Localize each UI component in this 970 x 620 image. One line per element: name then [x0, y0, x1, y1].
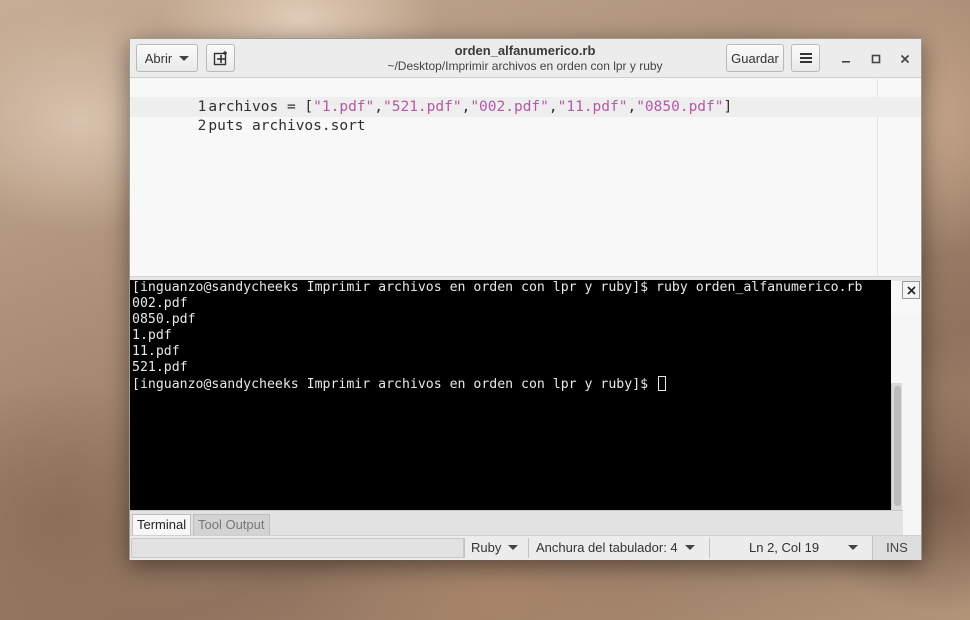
bottom-panel-tabs: Terminal Tool Output: [130, 510, 903, 535]
code-punct: ,: [461, 99, 471, 115]
cursor-position-selector[interactable]: Ln 2, Col 19: [749, 536, 819, 560]
terminal-line: 521.pdf: [132, 360, 188, 375]
insert-mode-indicator[interactable]: INS: [872, 536, 921, 560]
terminal-prompt: [inguanzo@sandycheeks Imprimir archivos …: [132, 377, 657, 392]
tab-width-selector[interactable]: Anchura del tabulador: 4: [536, 536, 695, 560]
string-literal: "002.pdf": [470, 99, 549, 115]
menu-button[interactable]: [791, 44, 820, 72]
window-title: orden_alfanumerico.rb ~/Desktop/Imprimir…: [330, 43, 720, 74]
tab-terminal[interactable]: Terminal: [132, 514, 192, 535]
terminal-line: 11.pdf: [132, 344, 180, 359]
cursor-position-dropdown[interactable]: [846, 536, 858, 560]
maximize-icon: [871, 54, 881, 64]
maximize-button[interactable]: [865, 48, 887, 70]
code-punct: ]: [723, 99, 733, 115]
string-literal: "521.pdf": [383, 99, 462, 115]
save-button-label: Guardar: [731, 50, 779, 66]
close-icon: [906, 285, 916, 295]
code-line-2[interactable]: 2 puts archivos.sort: [130, 98, 366, 134]
new-tab-button[interactable]: [206, 44, 235, 72]
language-label: Ruby: [471, 540, 502, 555]
header-bar: Abrir orden_alfanumerico.rb ~/Desktop/Im…: [130, 39, 921, 78]
chevron-down-icon: [848, 545, 858, 550]
hamburger-menu-icon: [799, 53, 812, 63]
gedit-window: Abrir orden_alfanumerico.rb ~/Desktop/Im…: [129, 38, 922, 560]
minimize-icon: [842, 61, 850, 63]
terminal-panel[interactable]: [inguanzo@sandycheeks Imprimir archivos …: [130, 280, 891, 510]
code-line-1[interactable]: 1 archivos = ["1.pdf","521.pdf","002.pdf"…: [130, 79, 733, 115]
terminal-line: 1.pdf: [132, 328, 172, 343]
terminal-cursor: [658, 376, 667, 391]
string-literal: "11.pdf": [557, 99, 628, 115]
terminal-line: 002.pdf: [132, 296, 188, 311]
close-icon: [900, 54, 910, 64]
chevron-down-icon: [684, 545, 695, 550]
open-button-label: Abrir: [144, 50, 173, 66]
code-text: puts archivos.sort: [208, 118, 366, 134]
status-message-area: [131, 538, 464, 558]
close-button[interactable]: [894, 48, 916, 70]
scrollbar-thumb[interactable]: [894, 386, 901, 506]
chevron-down-icon: [508, 545, 519, 550]
new-document-icon: [213, 51, 227, 66]
terminal-line: [inguanzo@sandycheeks Imprimir archivos …: [132, 280, 863, 295]
cursor-position-label: Ln 2, Col 19: [749, 540, 820, 555]
code-punct: ,: [548, 99, 558, 115]
code-punct: ,: [627, 99, 637, 115]
tab-tool-output[interactable]: Tool Output: [193, 514, 270, 535]
status-separator: [528, 538, 529, 558]
language-selector[interactable]: Ruby: [471, 536, 519, 560]
string-literal: "0850.pdf": [636, 99, 724, 115]
minimize-button[interactable]: [835, 48, 857, 70]
open-button[interactable]: Abrir: [136, 44, 198, 72]
tab-width-label: Anchura del tabulador: 4: [536, 540, 678, 555]
status-separator: [464, 538, 465, 558]
terminal-prompt-line[interactable]: [inguanzo@sandycheeks Imprimir archivos …: [130, 376, 891, 393]
status-separator: [709, 538, 710, 558]
terminal-scrollbar[interactable]: [891, 383, 902, 510]
terminal-line: 0850.pdf: [132, 312, 196, 327]
line-number: 2: [197, 118, 207, 134]
close-panel-button[interactable]: [902, 281, 920, 299]
chevron-down-icon: [179, 55, 190, 61]
status-bar: Ruby Anchura del tabulador: 4 Ln 2, Col …: [130, 535, 921, 560]
code-punct: ,: [374, 99, 383, 115]
save-button[interactable]: Guardar: [726, 44, 784, 72]
file-name: orden_alfanumerico.rb: [454, 43, 596, 58]
file-path: ~/Desktop/Imprimir archivos en orden con…: [387, 59, 663, 73]
